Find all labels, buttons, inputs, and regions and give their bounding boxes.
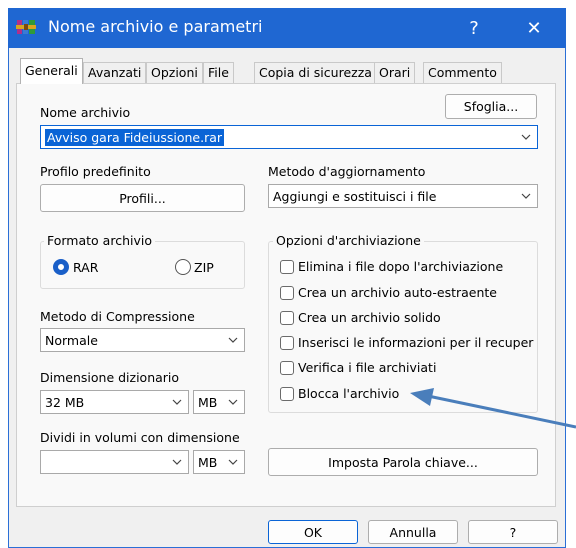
chevron-down-icon (521, 193, 531, 199)
rar-label: RAR (73, 260, 99, 275)
solid-archive-label: Crea un archivio solido (298, 310, 441, 325)
tab-orari[interactable]: Orari (374, 62, 416, 84)
set-password-button[interactable]: Imposta Parola chiave... (268, 448, 538, 476)
compression-method-label: Metodo di Compressione (40, 309, 195, 324)
solid-archive-checkbox[interactable] (280, 311, 294, 325)
browse-button[interactable]: Sfoglia... (445, 94, 537, 119)
lock-archive-label: Blocca l'archivio (298, 386, 400, 401)
chevron-down-icon (521, 134, 531, 140)
lock-archive-checkbox[interactable] (280, 387, 294, 401)
chevron-down-icon (228, 459, 238, 465)
ok-button[interactable]: OK (268, 520, 358, 544)
zip-label: ZIP (194, 260, 214, 275)
tab-copia-di-sicurezza[interactable]: Copia di sicurezza (254, 62, 377, 84)
dictionary-unit-value: MB (198, 394, 218, 410)
help-button[interactable]: ? (468, 520, 558, 544)
close-icon: ✕ (526, 17, 542, 39)
split-volumes-label: Dividi in volumi con dimensione (40, 430, 240, 445)
test-files-checkbox[interactable] (280, 361, 294, 375)
delete-files-checkbox[interactable] (280, 260, 294, 274)
dictionary-size-select[interactable]: 32 MB (40, 390, 189, 414)
tab-file[interactable]: File (203, 62, 234, 84)
delete-files-label: Elimina i file dopo l'archiviazione (298, 259, 504, 274)
volume-unit-value: MB (198, 454, 218, 470)
compression-method-value: Normale (45, 332, 98, 348)
update-method-label: Metodo d'aggiornamento (268, 164, 426, 179)
archive-format-legend: Formato archivio (44, 233, 155, 248)
tab-commento[interactable]: Commento (423, 62, 502, 84)
sfx-label: Crea un archivio auto-estraente (298, 285, 497, 300)
archive-name-value: Avviso gara Fideiussione.rar (45, 128, 225, 146)
recovery-record-checkbox[interactable] (280, 336, 294, 350)
help-title-button[interactable]: ? (450, 8, 498, 48)
chevron-down-icon (228, 337, 238, 343)
close-button[interactable]: ✕ (510, 8, 558, 48)
winrar-books-icon (16, 18, 36, 36)
chevron-down-icon (228, 399, 238, 405)
window-title: Nome archivio e parametri (48, 17, 263, 36)
zip-radio[interactable] (175, 259, 191, 275)
tab-generali[interactable]: Generali (20, 58, 83, 84)
annotation-arrow (410, 388, 576, 429)
rar-radio[interactable] (53, 259, 69, 275)
help-icon: ? (469, 17, 479, 39)
update-method-select[interactable]: Aggiungi e sostituisci i file (268, 184, 538, 208)
default-profile-label: Profilo predefinito (40, 164, 151, 179)
archive-name-label: Nome archivio (40, 105, 131, 120)
archiving-options-legend: Opzioni d'archiviazione (273, 233, 424, 248)
sfx-checkbox[interactable] (280, 286, 294, 300)
chevron-down-icon (172, 399, 182, 405)
volume-size-combo[interactable] (40, 450, 189, 474)
test-files-label: Verifica i file archiviati (298, 360, 437, 375)
archive-name-combo[interactable]: Avviso gara Fideiussione.rar (40, 125, 538, 149)
tab-avanzati[interactable]: Avanzati (83, 62, 147, 84)
cancel-button[interactable]: Annulla (368, 520, 458, 544)
chevron-down-icon (172, 459, 182, 465)
dictionary-unit-select[interactable]: MB (193, 390, 245, 414)
update-method-value: Aggiungi e sostituisci i file (273, 188, 437, 204)
tab-opzioni[interactable]: Opzioni (146, 62, 203, 84)
archive-format-group (40, 241, 245, 289)
dictionary-size-label: Dimensione dizionario (40, 370, 180, 385)
volume-unit-select[interactable]: MB (193, 450, 245, 474)
compression-method-select[interactable]: Normale (40, 328, 245, 352)
recovery-record-label: Inserisci le informazioni per il recuper (298, 335, 534, 350)
dictionary-size-value: 32 MB (45, 394, 85, 410)
profiles-button[interactable]: Profili... (40, 184, 245, 212)
